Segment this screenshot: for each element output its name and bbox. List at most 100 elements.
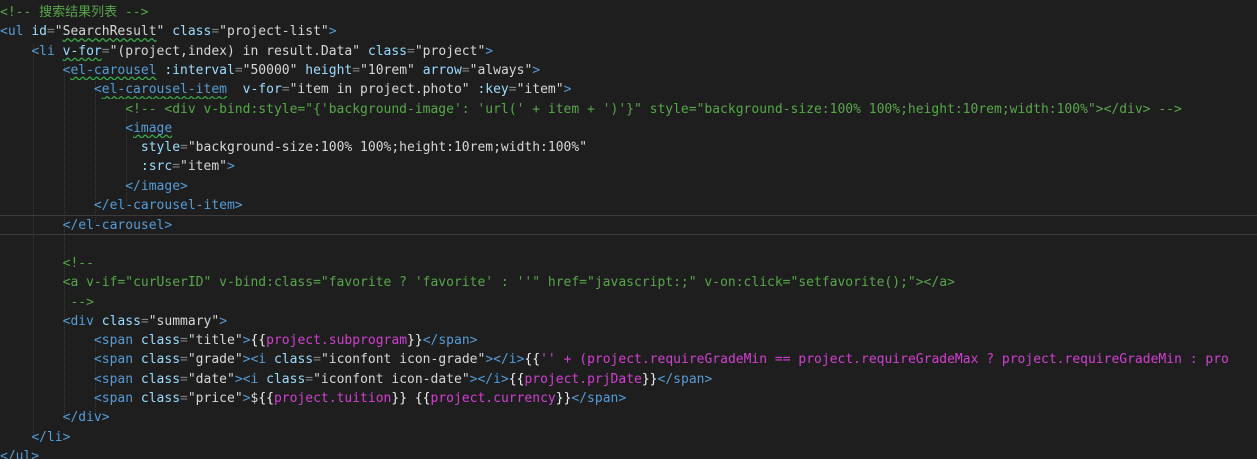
code-line[interactable]: <span class="title">{{project.subprogram… [0,331,1257,350]
code-token-attr: id [31,24,47,40]
code-token-string: " [156,24,173,40]
code-token-tag: <ul [0,24,32,40]
code-line[interactable]: </li> [0,428,1257,447]
code-token-binding: project.prjDate [524,371,642,387]
code-line[interactable]: <el-carousel-item v-for="item in project… [0,80,1257,99]
code-token-punct: = [352,62,361,78]
code-line[interactable]: <a v-if="curUserID" v-bind:class="favori… [0,273,1257,292]
code-token-string: "item" [516,82,564,98]
code-token-tag: < [93,82,102,98]
code-line[interactable]: </image> [0,177,1257,196]
code-token-tag: > [227,159,235,175]
code-token-tag: </div> [62,410,110,426]
code-token-tag: </image> [125,178,188,194]
code-token-tag: </el-carousel-item> [93,198,243,213]
code-token-string: "title" [187,333,243,349]
code-line[interactable]: </el-carousel> [0,215,1257,235]
code-token-tag: ></i> [469,371,509,387]
code-token-string: "date" [187,371,235,387]
code-token-tag: <span [93,352,141,368]
code-token-punct: = [234,62,243,78]
code-token-comment: <!-- <div v-bind:style="{'background-ima… [125,101,1182,117]
code-token-tag: > [485,43,494,59]
code-token-punct: = [313,352,321,368]
code-line[interactable]: <el-carousel :interval="50000" height="1… [0,61,1257,80]
code-token-mustache: }} [407,333,423,349]
code-editor[interactable]: <!-- 搜索结果列表 --> <ul id="SearchResult" cla… [0,0,1257,459]
code-token-string: "(project,index) in result.Data" [109,43,368,59]
code-line[interactable]: <image [0,119,1257,138]
code-token-string: "iconfont icon-date" [313,371,470,387]
code-line[interactable]: </ul> [0,447,1257,459]
code-token-tag: <span [93,333,141,349]
code-token-attr: arrow [422,62,462,78]
code-line[interactable]: <span class="date"><i class="iconfont ic… [0,370,1257,389]
code-line[interactable]: --> [0,293,1257,312]
code-token-comment: <a v-if="curUserID" v-bind:class="favori… [62,275,955,291]
code-token-string: "50000" [242,62,306,78]
code-token-string: "grade" [187,352,243,368]
code-token-punct: = [407,43,415,59]
code-token-string: " [54,24,63,40]
code-token-tag: el-carousel-item [101,82,227,98]
code-token-attr: v-for [242,82,282,98]
code-token-tag: ><i [234,371,267,387]
code-token-comment: <!-- 搜索结果列表 --> [0,5,149,20]
code-line[interactable]: </el-carousel-item> [0,196,1257,215]
code-line[interactable]: :src="item"> [0,157,1257,176]
code-token-mustache: }} [555,391,572,406]
code-line[interactable]: <li v-for="(project,index) in result.Dat… [0,42,1257,61]
code-line[interactable]: </div> [0,408,1257,427]
code-token-attr: height [305,62,353,78]
code-token-tag: </li> [31,429,71,445]
code-token-punct: = [211,24,220,40]
code-token-punct: = [101,43,110,59]
code-line[interactable]: <!-- [0,254,1257,273]
code-line[interactable]: <span class="price">${{project.tuition}}… [0,389,1257,408]
code-token-tag: ><i [242,352,274,368]
code-token-binding: project.subprogram [266,333,408,349]
code-line[interactable]: <!-- <div v-bind:style="{'background-ima… [0,100,1257,119]
code-token-binding: project.tuition [273,391,392,406]
code-token-punct: = [180,333,188,349]
code-token-tag: <span [93,371,141,387]
code-line[interactable]: <span class="grade"><i class="iconfont i… [0,350,1257,369]
code-token-punct: = [140,313,149,329]
code-line[interactable]: style="background-size:100% 100%;height:… [0,138,1257,157]
code-token-mustache: {{ [524,352,541,368]
code-token-attr: class [140,333,181,349]
code-token-tag: el-carousel [70,62,157,78]
code-token-string: "item in project.photo" [289,82,478,98]
code-token-punct: = [281,82,290,98]
code-token-tag: </el-carousel> [62,218,173,234]
code-token-string: "iconfont icon-grade" [320,352,486,368]
code-token-string: "10rem" [360,62,423,78]
code-token-string: "summary" [148,313,220,329]
code-token-tag: > [219,313,228,329]
code-token-string: SearchResult [62,24,157,40]
code-line[interactable] [0,235,1257,254]
code-line[interactable]: <ul id="SearchResult" class="project-lis… [0,22,1257,41]
code-token-punct: = [172,159,181,175]
code-token-tag: > [328,24,337,40]
code-token-punct: = [46,24,55,40]
code-token-attr: style [140,140,181,156]
code-token-attr: class [273,352,314,368]
code-line[interactable]: <div class="summary"> [0,312,1257,331]
code-line[interactable]: <!-- 搜索结果列表 --> [0,3,1257,22]
code-token-string: "background-size:100% 100%;height:10rem;… [187,140,588,156]
code-token-tag: > [532,62,541,78]
code-token-attr: class [367,43,408,59]
code-token-punct: = [180,140,188,156]
